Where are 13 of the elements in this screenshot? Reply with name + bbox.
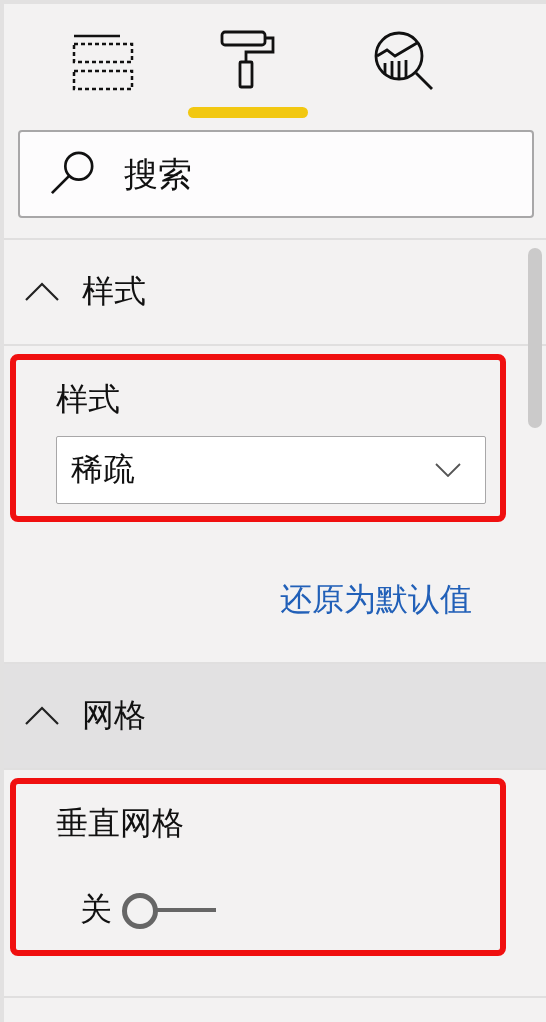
fields-icon [72,34,136,92]
toggle-switch[interactable] [122,892,216,928]
setting-label: 样式 [56,379,121,420]
paint-roller-icon [220,30,276,90]
toggle-state-text: 关 [80,889,112,930]
reset-default-link[interactable]: 还原为默认值 [280,578,472,622]
search-field[interactable]: 搜索 [18,130,534,218]
scrollbar[interactable] [528,248,542,428]
setting-label: 垂直网格 [56,803,185,844]
style-dropdown[interactable]: 稀疏 [56,436,486,504]
section-header[interactable]: 网格 [4,664,546,770]
analytics-icon [373,30,435,92]
chevron-down-icon [435,463,461,477]
